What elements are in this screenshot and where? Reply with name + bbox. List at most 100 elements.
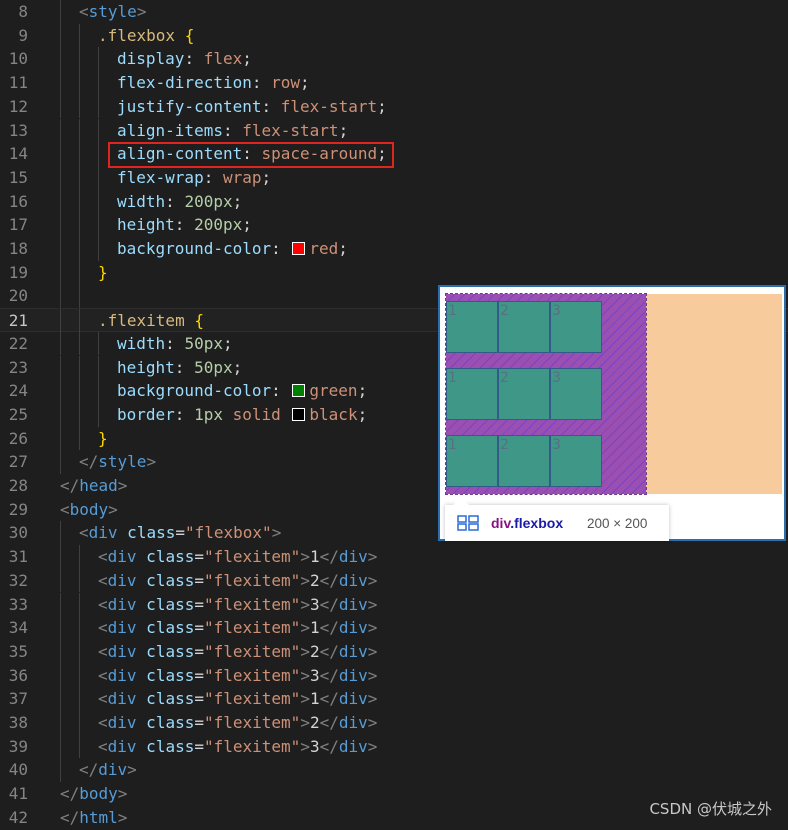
code-token: </ [79,760,99,780]
code-token: = [194,570,204,590]
flexbox-container[interactable]: 123123123 [445,293,647,495]
flex-item[interactable]: 2 [498,368,550,420]
flex-item[interactable]: 2 [498,301,550,353]
code-line[interactable]: 37 <div class="flexitem">1</div> [0,687,788,711]
code-text: <style> [79,0,146,24]
line-number: 31 [8,547,28,567]
indent-guide [60,260,61,285]
code-token: div [107,736,137,756]
code-line[interactable]: 31 <div class="flexitem">1</div> [0,545,788,569]
code-token: 2 [309,713,320,732]
code-text: <div class="flexitem">2</div> [98,640,377,664]
line-number: 13 [8,120,28,140]
code-text: } [98,261,108,285]
code-token: = [194,736,204,756]
indent-guide [79,71,80,95]
code-line[interactable]: 9 .flexbox { [0,23,788,48]
indent-guide [60,23,61,48]
flex-item[interactable]: 3 [550,368,602,420]
indent-guide [79,545,80,569]
indent-guide [79,616,80,640]
indent-guide [60,734,61,759]
code-line[interactable]: 38 <div class="flexitem">2</div> [0,711,788,735]
code-line[interactable]: 32 <div class="flexitem">2</div> [0,568,788,593]
flex-item[interactable]: 1 [446,301,498,353]
code-token: > [271,523,282,543]
code-line[interactable]: 16 width: 200px; [0,189,788,214]
line-number: 30 [8,523,28,543]
code-text: align-items: flex-start; [117,119,348,143]
code-token: red [309,239,339,258]
color-swatch[interactable] [292,407,306,421]
code-line[interactable]: 12 justify-content: flex-start; [0,94,788,119]
flex-item[interactable]: 1 [446,435,498,487]
indent-guide [60,94,61,119]
indent-guide [60,568,61,593]
code-line[interactable]: 40 </div> [0,758,788,783]
indent-guide [60,189,61,214]
code-line[interactable]: 39 <div class="flexitem">3</div> [0,734,788,759]
color-swatch[interactable] [292,384,306,398]
flex-item[interactable]: 3 [550,301,602,353]
line-number: 36 [8,665,28,685]
line-number: 19 [8,262,28,282]
code-text: display: flex; [117,47,252,71]
code-token: 200px [184,191,233,211]
line-number: 12 [8,96,28,116]
indent-guide [79,568,80,593]
code-line[interactable]: 33 <div class="flexitem">3</div> [0,592,788,617]
code-token: 3 [309,665,320,685]
line-number: 22 [8,333,28,353]
code-token: > [367,665,378,685]
code-token: > [367,736,378,756]
code-text: <div class="flexitem">2</div> [98,711,377,735]
flex-item[interactable]: 1 [446,368,498,420]
code-line[interactable]: 36 <div class="flexitem">3</div> [0,663,788,688]
code-token: { [194,311,204,331]
line-number: 18 [8,239,28,258]
code-text: height: 200px; [117,213,252,237]
code-token: "flexitem" [203,736,301,756]
tooltip-selector: div.flexbox [491,515,563,531]
flex-item[interactable]: 3 [550,435,602,487]
code-line[interactable]: 8 <style> [0,0,788,24]
code-token: > [127,760,137,780]
code-token: ; [232,357,243,377]
code-token: > [136,2,147,21]
code-token: = [194,618,204,638]
indent-guide [79,734,80,759]
code-line[interactable]: 35 <div class="flexitem">2</div> [0,639,788,664]
code-line[interactable]: 17 height: 200px; [0,213,788,237]
flex-item[interactable]: 2 [498,435,550,487]
line-number: 35 [8,641,28,661]
line-number: 32 [8,570,28,590]
color-swatch[interactable] [292,242,306,255]
code-token: div [338,736,368,756]
code-text: <div class="flexitem">3</div> [98,593,377,617]
code-token: < [98,713,108,732]
code-token: 200px [194,215,243,235]
code-token: justify-content [117,96,262,116]
code-token: class [136,665,195,685]
code-token: class [136,713,195,732]
code-token: display [117,49,185,69]
code-line[interactable]: 15 flex-wrap: wrap; [0,165,788,190]
code-line[interactable]: 18 background-color: red; [0,237,788,261]
code-token: > [108,499,118,519]
code-text: </style> [79,450,156,474]
code-token: width [117,191,166,211]
indent-guide [60,450,61,474]
indent-guide [79,309,80,333]
code-line[interactable]: 19} [0,260,788,285]
code-line[interactable]: 10 display: flex; [0,47,788,72]
code-token: < [60,499,70,519]
code-line[interactable]: 13 align-items: flex-start; [0,118,788,143]
indent-guide [79,237,80,261]
code-line[interactable]: 34 <div class="flexitem">1</div> [0,616,788,640]
code-text: <div class="flexitem">3</div> [98,735,377,759]
highlight-align-content [108,142,394,168]
code-line[interactable]: 11 flex-direction: row; [0,71,788,95]
indent-guide [60,426,61,451]
devtools-element-tooltip: div.flexbox 200 × 200 [445,497,669,541]
indent-guide [60,639,61,664]
